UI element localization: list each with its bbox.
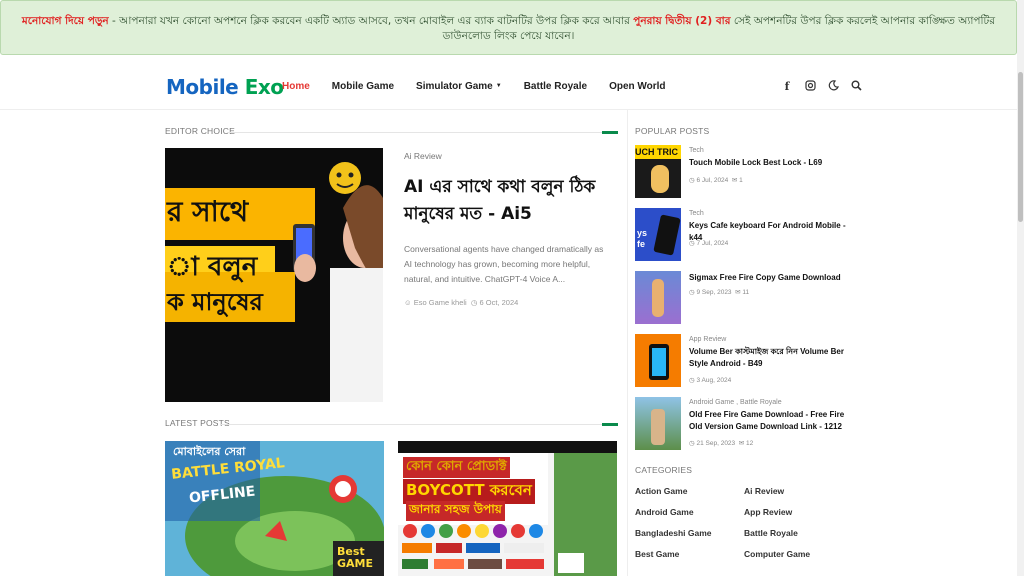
category-link[interactable]: Computer Game xyxy=(744,549,853,561)
popular-post-thumb[interactable]: ys fe xyxy=(635,208,681,261)
comment-count: 11 xyxy=(742,289,750,296)
heading-accent xyxy=(602,131,618,134)
category-link[interactable]: Ai Review xyxy=(744,486,853,498)
popular-post[interactable]: UCH TRIC Tech Touch Mobile Lock Best Loc… xyxy=(635,145,835,199)
featured-post-meta: ☺ Eso Game kheli ◷ 6 Oct, 2024 xyxy=(404,298,518,307)
scrollbar-thumb[interactable] xyxy=(1018,72,1023,222)
featured-image-text: র সাথে xyxy=(167,195,249,228)
divider xyxy=(227,132,602,133)
popular-post-thumb[interactable] xyxy=(635,334,681,387)
logo-part-1: Mobile xyxy=(166,75,239,99)
featured-post-category[interactable]: Ai Review xyxy=(404,151,442,161)
editor-choice-label: EDITOR CHOICE xyxy=(165,126,235,136)
search-icon[interactable] xyxy=(849,80,863,94)
popular-post-meta: ◷ 3 Aug, 2024 xyxy=(689,377,732,384)
popular-post-date: 21 Sep, 2023 xyxy=(696,440,736,447)
comment-count: 12 xyxy=(746,440,754,447)
heading-accent xyxy=(602,423,618,426)
comment-count: 1 xyxy=(739,177,743,184)
facebook-icon[interactable]: f xyxy=(780,80,794,94)
latest-post-1-image[interactable]: মোবাইলের সেরা BATTLE ROYAL OFFLINE Best … xyxy=(165,441,384,576)
notice-highlight-2: পুনরায় দ্বিতীয় (2) বার xyxy=(633,15,731,27)
popular-post-date: 6 Jul, 2024 xyxy=(696,177,729,184)
category-link[interactable]: Android Game xyxy=(635,507,744,519)
popular-post-meta: ◷ 9 Sep, 2023 ✉ 11 xyxy=(689,289,750,296)
popular-post-date: 3 Aug, 2024 xyxy=(696,377,732,384)
featured-post-image[interactable]: র সাথে া বলুন ক মানুষের xyxy=(165,148,383,402)
post-date: 6 Oct, 2024 xyxy=(479,298,519,307)
notice-highlight: মনোযোগ দিয়ে পড়ুন xyxy=(21,15,109,27)
post-image-text: কোন কোন প্রোডাক্ট xyxy=(403,457,510,478)
popular-post-category[interactable]: App Review xyxy=(689,336,726,343)
post-image-text: Best GAME xyxy=(337,545,374,570)
sidebar-divider xyxy=(627,110,628,576)
popular-post-category[interactable]: Android Game , Battle Royale xyxy=(689,399,782,406)
popular-post-category[interactable]: Tech xyxy=(689,147,704,154)
featured-post-excerpt: Conversational agents have changed drama… xyxy=(404,244,604,284)
popular-post-title[interactable]: Sigmax Free Fire Copy Game Download xyxy=(689,272,854,284)
dark-mode-icon[interactable] xyxy=(826,80,840,94)
popular-post-date: 7 Jul, 2024 xyxy=(696,240,729,247)
editor-choice-heading: EDITOR CHOICE xyxy=(165,126,618,138)
popular-post[interactable]: Android Game , Battle Royale Old Free Fi… xyxy=(635,397,844,451)
latest-posts-heading: LATEST POSTS xyxy=(165,418,618,430)
category-list: Action Game Ai Review Android Game App R… xyxy=(635,486,855,561)
instagram-icon[interactable] xyxy=(803,80,817,94)
categories-heading: CATEGORIES xyxy=(635,465,855,477)
caret-down-icon: ▼ xyxy=(495,83,502,89)
popular-post-thumb[interactable] xyxy=(635,397,681,450)
featured-post-title[interactable]: AI এর সাথে কথা বলুন ঠিক মানুষের মত - Ai5 xyxy=(404,174,604,228)
popular-post-meta: ◷ 21 Sep, 2023 ✉ 12 xyxy=(689,440,754,447)
latest-posts-label: LATEST POSTS xyxy=(165,418,230,428)
popular-posts-heading: POPULAR POSTS xyxy=(635,126,855,138)
nav-simulator-game[interactable]: Simulator Game ▼ xyxy=(416,81,502,92)
category-link[interactable]: Battle Royale xyxy=(744,528,853,540)
categories-label: CATEGORIES xyxy=(635,465,693,475)
main-nav: Home Mobile Game Simulator Game ▼ Battle … xyxy=(282,81,688,92)
thumb-text: UCH TRIC xyxy=(635,145,681,159)
site-header: Mobile Exo Home Mobile Game Simulator Ga… xyxy=(0,56,1017,110)
nav-simulator-label: Simulator Game xyxy=(416,81,493,92)
nav-home[interactable]: Home xyxy=(282,81,310,92)
category-link[interactable]: App Review xyxy=(744,507,853,519)
clock-icon: ◷ xyxy=(470,298,478,307)
popular-post-title[interactable]: Touch Mobile Lock Best Lock - L69 xyxy=(689,157,854,169)
popular-post-title[interactable]: Volume Ber কাস্টমাইজ করে নিন Volume Ber … xyxy=(689,346,854,370)
category-link[interactable]: Bangladeshi Game xyxy=(635,528,744,540)
popular-post[interactable]: ys fe Tech Keys Cafe keyboard For Androi… xyxy=(635,208,846,262)
category-link[interactable]: Best Game xyxy=(635,549,744,561)
divider xyxy=(220,424,602,425)
popular-post-title[interactable]: Old Free Fire Game Download - Free Fire … xyxy=(689,409,854,433)
popular-post-meta: ◷ 7 Jul, 2024 xyxy=(689,240,729,247)
header-icons: f xyxy=(780,80,863,94)
featured-image-text: ক মানুষের xyxy=(167,288,263,316)
popular-post-category[interactable]: Tech xyxy=(689,210,704,217)
post-image-text: জানার সহজ উপায় xyxy=(406,501,505,521)
page-scrollbar[interactable] xyxy=(1017,0,1024,576)
category-link[interactable]: Action Game xyxy=(635,486,744,498)
post-author[interactable]: Eso Game kheli xyxy=(414,298,467,307)
popular-post-meta: ◷ 6 Jul, 2024 ✉ 1 xyxy=(689,177,743,184)
popular-posts-label: POPULAR POSTS xyxy=(635,126,710,136)
notice-banner: মনোযোগ দিয়ে পড়ুন - আপনারা যখন কোনো অপশ… xyxy=(0,0,1017,55)
notice-text: - আপনারা যখন কোনো অপশনে ক্লিক করবেন একটি… xyxy=(108,15,634,27)
logo-part-2: Exo xyxy=(244,75,284,99)
latest-post-2-image[interactable]: কোন কোন প্রোডাক্ট BOYCOTT করবেন জানার সহ… xyxy=(398,441,617,576)
nav-battle-royale[interactable]: Battle Royale xyxy=(524,81,587,92)
popular-post[interactable]: App Review Volume Ber কাস্টমাইজ করে নিন … xyxy=(635,334,844,388)
popular-post-date: 9 Sep, 2023 xyxy=(696,289,732,296)
site-logo[interactable]: Mobile Exo xyxy=(166,75,284,99)
post-image-text: মোবাইলের সেরা xyxy=(173,445,246,458)
popular-post-thumb[interactable] xyxy=(635,271,681,324)
popular-post[interactable]: Sigmax Free Fire Copy Game Download ◷ 9 … xyxy=(635,271,841,325)
nav-mobile-game[interactable]: Mobile Game xyxy=(332,81,394,92)
nav-open-world[interactable]: Open World xyxy=(609,81,665,92)
popular-post-thumb[interactable]: UCH TRIC xyxy=(635,145,681,198)
author-icon: ☺ xyxy=(404,298,412,307)
